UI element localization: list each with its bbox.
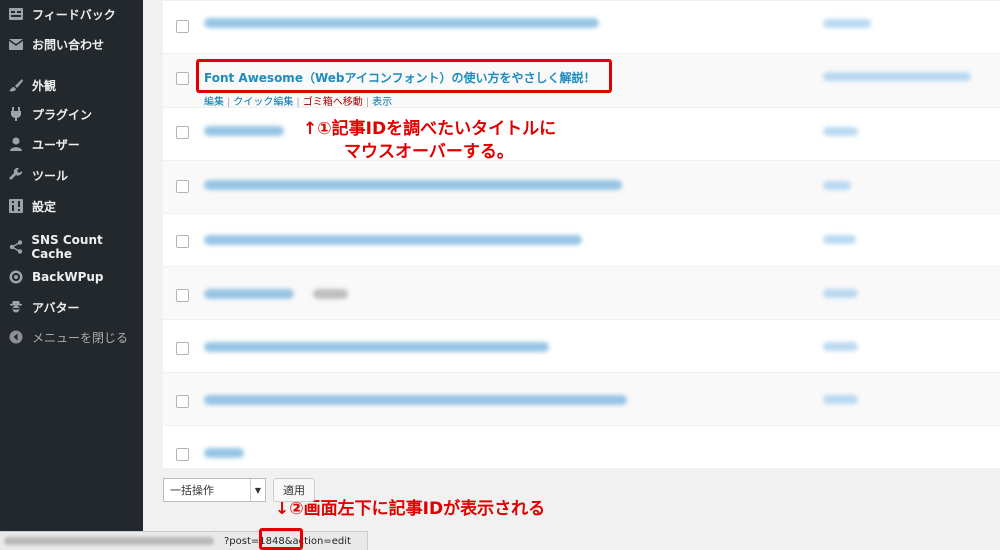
table-row (163, 0, 1000, 54)
row-checkbox[interactable] (176, 180, 189, 193)
mail-icon (8, 36, 24, 52)
row-checkbox[interactable] (176, 20, 189, 33)
sidebar-item-feedback[interactable]: フィードバック (0, 1, 143, 27)
settings-icon (8, 198, 24, 214)
quick-edit-link[interactable]: クイック編集 (233, 97, 293, 108)
avatar-icon (8, 299, 24, 315)
sidebar-item-appearance[interactable]: 外観 (0, 72, 143, 98)
table-row (163, 425, 1000, 469)
view-link[interactable]: 表示 (372, 97, 392, 108)
table-row (163, 160, 1000, 214)
blurred-author (823, 289, 858, 298)
table-row (163, 107, 1000, 161)
sidebar-item-backwpup[interactable]: BackWPup (0, 264, 143, 290)
sidebar-item-avatar[interactable]: アバター (0, 294, 143, 320)
blurred-post-title[interactable] (204, 18, 599, 28)
apply-button[interactable]: 適用 (273, 478, 315, 502)
blurred-post-title[interactable] (204, 448, 244, 458)
sidebar-item-label: フィードバック (32, 7, 116, 22)
blurred-author (823, 181, 851, 190)
admin-sidebar: フィードバック お問い合わせ 外観 プラグイン ユーザー ツール 設定 SNS … (0, 0, 143, 550)
sidebar-item-label: 外観 (32, 78, 57, 93)
blurred-post-title[interactable] (204, 126, 284, 136)
annotation-step1-line2: マウスオーバーする。 (344, 142, 514, 162)
sidebar-item-label: SNS Count Cache (31, 233, 103, 261)
blurred-author (823, 235, 856, 244)
blurred-post-title[interactable] (204, 235, 582, 245)
table-row (163, 372, 1000, 426)
share-icon (8, 239, 23, 255)
sidebar-item-label: BackWPup (32, 270, 104, 284)
chevron-down-icon: ▼ (250, 479, 265, 501)
row-checkbox[interactable] (176, 342, 189, 355)
bulk-action-select[interactable]: 一括操作 ▼ (163, 478, 266, 502)
blurred-author (823, 127, 858, 136)
wrench-icon (8, 167, 24, 183)
row-checkbox[interactable] (176, 72, 189, 85)
blurred-post-title[interactable] (204, 180, 622, 190)
blurred-post-title[interactable] (204, 342, 549, 352)
row-checkbox[interactable] (176, 126, 189, 139)
backwpup-icon (8, 269, 24, 285)
browser-status-bar: ?post= 1848 &action=edit (0, 531, 368, 550)
sidebar-item-label: 設定 (32, 199, 57, 214)
sidebar-item-label: プラグイン (32, 107, 93, 122)
sidebar-item-label: ユーザー (32, 137, 80, 152)
annotation-step2: ↓②画面左下に記事IDが表示される (275, 499, 546, 519)
row-actions: 編集 | クイック編集 | ゴミ箱へ移動 | 表示 (204, 97, 393, 108)
sidebar-item-sns-count-cache[interactable]: SNS Count Cache (0, 233, 143, 261)
table-row (163, 266, 1000, 320)
table-row (163, 213, 1000, 267)
collapse-menu-label: メニューを閉じる (32, 330, 129, 345)
blurred-author (823, 72, 971, 81)
collapse-left-icon (8, 329, 24, 345)
table-row (163, 319, 1000, 373)
row-checkbox[interactable] (176, 448, 189, 461)
row-checkbox[interactable] (176, 289, 189, 302)
sidebar-item-tools[interactable]: ツール (0, 162, 143, 188)
sidebar-item-plugins[interactable]: プラグイン (0, 101, 143, 127)
sidebar-item-settings[interactable]: 設定 (0, 193, 143, 219)
annotation-step1-line1: ↑①記事IDを調べたいタイトルに (303, 119, 557, 139)
blurred-post-title[interactable] (204, 395, 627, 405)
sidebar-item-label: アバター (32, 300, 80, 315)
sidebar-item-label: ツール (32, 168, 69, 183)
sidebar-item-users[interactable]: ユーザー (0, 131, 143, 157)
sidebar-item-contact[interactable]: お問い合わせ (0, 31, 143, 57)
blurred-status (313, 289, 348, 299)
user-icon (8, 136, 24, 152)
feedback-icon (8, 6, 24, 22)
collapse-menu-button[interactable]: メニューを閉じる (0, 324, 143, 350)
paintbrush-icon (8, 77, 24, 93)
blurred-post-title[interactable] (204, 289, 294, 299)
blurred-author (823, 342, 858, 351)
blurred-author (823, 395, 858, 404)
plugin-icon (8, 106, 24, 122)
status-url-prefix: ?post= (224, 535, 260, 547)
row-checkbox[interactable] (176, 235, 189, 248)
sidebar-item-label: お問い合わせ (32, 37, 105, 52)
bulk-action-value: 一括操作 (170, 484, 214, 497)
row-checkbox[interactable] (176, 395, 189, 408)
edit-link[interactable]: 編集 (204, 97, 224, 108)
post-id-highlight-box (259, 528, 303, 550)
trash-link[interactable]: ゴミ箱へ移動 (303, 97, 363, 108)
blurred-author (823, 19, 871, 28)
title-highlight-box (196, 59, 612, 93)
blurred-url-host (4, 537, 214, 545)
